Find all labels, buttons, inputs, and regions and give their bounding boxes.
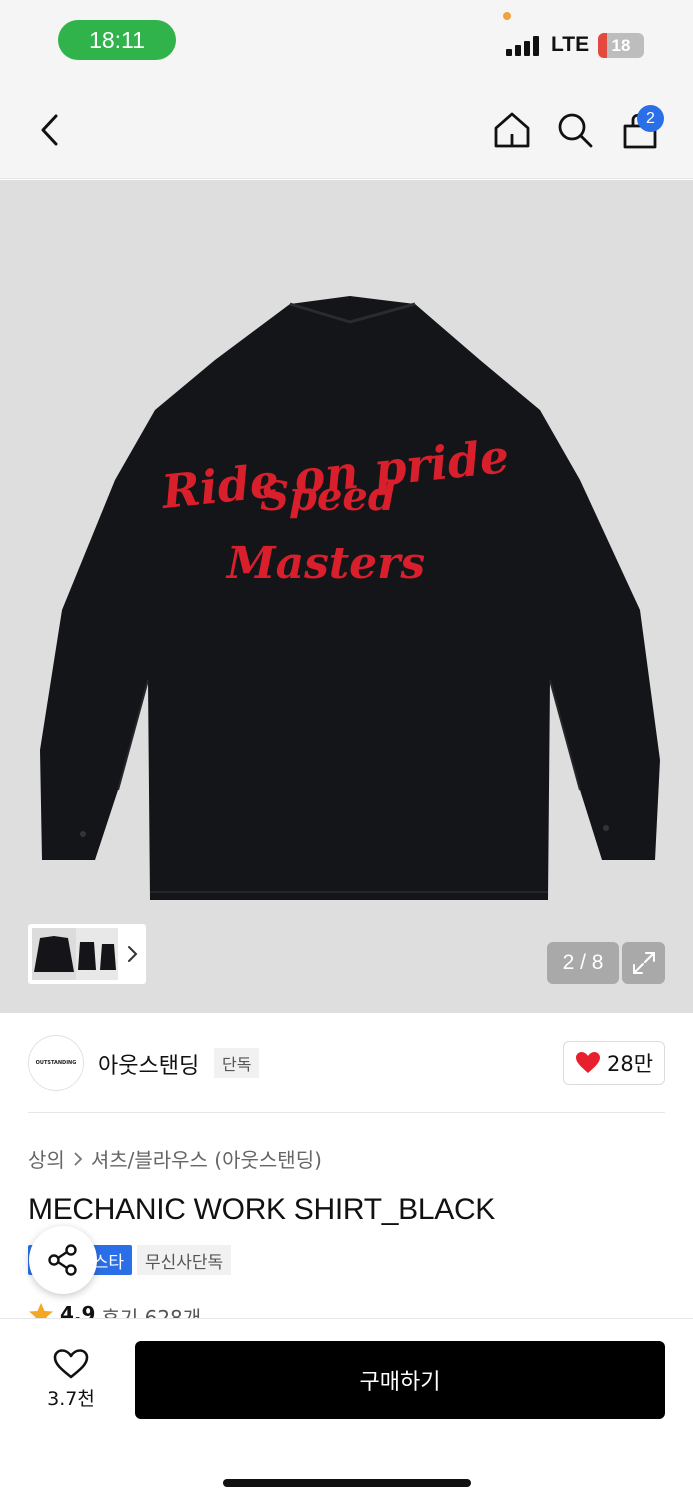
battery-icon: 18 <box>598 33 644 58</box>
embroidery-line-3: Masters <box>225 538 425 589</box>
chevron-right-icon <box>74 1151 83 1166</box>
image-page-counter: 2 / 8 <box>547 942 619 984</box>
embroidery-line-2: Speed <box>260 473 396 520</box>
breadcrumb-category[interactable]: 상의 <box>28 1144 65 1173</box>
thumbnail-3[interactable] <box>98 928 118 980</box>
brand-logo[interactable]: OUTSTANDING <box>28 1035 84 1091</box>
thumbnail-2[interactable] <box>76 928 98 980</box>
cart-count-badge: 2 <box>637 105 664 132</box>
product-image-carousel[interactable]: Ride on pride Speed Masters 2 / 8 <box>0 180 693 1013</box>
breadcrumb: 상의 셔츠/블라우스 (아웃스탠딩) <box>28 1144 322 1173</box>
home-indicator <box>223 1479 471 1487</box>
privacy-indicator <box>503 12 511 20</box>
wishlist-count: 3.7천 <box>47 1387 95 1410</box>
top-nav-bar <box>0 86 693 179</box>
home-icon <box>494 112 530 148</box>
thumbnail-1[interactable] <box>32 928 76 980</box>
brand-row: OUTSTANDING 아웃스탠딩 단독 28만 <box>28 1013 665 1113</box>
brand-like-count: 28만 <box>606 1052 654 1076</box>
share-icon <box>48 1244 77 1276</box>
brand-name[interactable]: 아웃스탠딩 <box>98 1048 199 1080</box>
network-label: LTE <box>551 33 590 56</box>
chevron-right-icon <box>128 946 138 962</box>
bottom-action-bar: 3.7천 구매하기 <box>0 1318 693 1500</box>
status-time: 18:11 <box>58 20 176 60</box>
search-button[interactable] <box>549 104 601 156</box>
breadcrumb-subcategory[interactable]: 셔츠/블라우스 (아웃스탠딩) <box>91 1144 322 1173</box>
thumbnail-strip[interactable] <box>28 924 146 984</box>
share-button[interactable] <box>29 1226 97 1294</box>
home-button[interactable] <box>486 104 538 156</box>
battery-level: 18 <box>611 35 631 55</box>
heart-filled-icon <box>575 1052 600 1073</box>
status-bar: 18:11 LTE 18 <box>0 0 693 86</box>
brand-logo-text: OUTSTANDING <box>35 1060 77 1066</box>
expand-icon <box>632 952 655 974</box>
back-button[interactable] <box>24 104 76 156</box>
exclusive-tag: 단독 <box>214 1048 260 1078</box>
heart-outline-icon <box>53 1348 89 1378</box>
chevron-left-icon <box>41 114 58 146</box>
musinsa-exclusive-tag: 무신사단독 <box>137 1245 232 1275</box>
thumbnail-next[interactable] <box>122 940 142 968</box>
expand-image-button[interactable] <box>622 942 665 984</box>
signal-icon <box>506 36 542 56</box>
product-photo: Ride on pride Speed Masters <box>40 296 660 900</box>
brand-like-button[interactable]: 28만 <box>563 1041 665 1085</box>
product-title: MECHANIC WORK SHIRT_BLACK <box>28 1193 496 1226</box>
search-icon <box>558 113 593 148</box>
buy-button[interactable]: 구매하기 <box>135 1341 665 1419</box>
wishlist-button[interactable]: 3.7천 <box>28 1343 114 1415</box>
